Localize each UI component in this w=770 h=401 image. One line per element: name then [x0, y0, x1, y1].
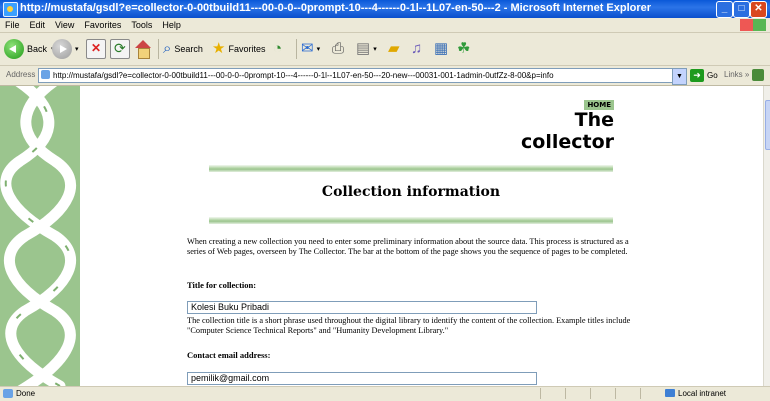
chevron-down-icon: ▾ [316, 46, 321, 53]
email-field-label: Contact email address: [187, 350, 271, 360]
header-divider-bar [209, 165, 613, 172]
research-button[interactable]: ▦ [434, 38, 451, 60]
back-label: Back [27, 44, 48, 54]
links-label: Links [724, 70, 743, 79]
security-zone: Local intranet [665, 389, 726, 398]
star-icon: ★ [212, 40, 226, 57]
home-icon [134, 40, 152, 59]
maximize-button[interactable]: □ [733, 1, 750, 18]
address-url: http://mustafa/gsdl?e=collector-0-00tbui… [53, 71, 554, 80]
messenger-button[interactable]: ☘ [457, 38, 473, 60]
address-input[interactable]: http://mustafa/gsdl?e=collector-0-00tbui… [38, 68, 673, 83]
media-button[interactable]: ♫ [411, 38, 425, 60]
address-bar: Address http://mustafa/gsdl?e=collector-… [0, 66, 770, 86]
page-content: HOME The collector Collection informatio… [0, 86, 763, 386]
menu-edit[interactable]: Edit [25, 18, 51, 32]
status-bar: Done Local intranet [0, 386, 770, 401]
twisted-ribbon-graphic [0, 86, 77, 386]
links-button[interactable]: Links » [724, 70, 749, 79]
stop-icon [86, 39, 106, 59]
extension-icon[interactable] [752, 69, 764, 81]
page-icon [41, 70, 50, 79]
chevron-down-icon: ▾ [75, 46, 79, 53]
go-button[interactable]: ➜ Go [690, 68, 718, 83]
mail-button[interactable]: ✉ ▾ [301, 38, 320, 60]
menu-favorites[interactable]: Favorites [79, 18, 126, 32]
intro-paragraph: When creating a new collection you need … [187, 237, 629, 256]
messenger-icon: ☘ [457, 40, 471, 57]
stop-button[interactable] [86, 38, 106, 60]
favorites-label: Favorites [228, 44, 266, 54]
close-button[interactable]: ✕ [750, 1, 767, 18]
menu-tools[interactable]: Tools [126, 18, 157, 32]
favorites-button[interactable]: ★ Favorites [212, 38, 265, 60]
collection-title-input[interactable] [187, 301, 537, 314]
window-title: http://mustafa/gsdl?e=collector-0-00tbui… [20, 2, 652, 14]
title-help-text: The collection title is a short phrase u… [187, 316, 631, 335]
print-button[interactable]: ⎙ [332, 38, 347, 60]
logo-text-line1: The [574, 109, 614, 131]
search-button[interactable]: ⌕ Search [163, 38, 203, 60]
refresh-icon [110, 39, 130, 59]
menu-file[interactable]: File [0, 18, 25, 32]
page-title: Collection information [321, 184, 501, 200]
refresh-button[interactable] [110, 38, 130, 60]
toolbar: Back ▾ ▾ ⌕ Search ★ Favorites ◔ ✉ ▾ ⎙ ▤ … [0, 33, 770, 66]
status-divider [615, 388, 616, 399]
ie-icon [3, 2, 18, 17]
search-icon: ⌕ [163, 40, 172, 57]
go-label: Go [707, 71, 718, 80]
title-field-label: Title for collection: [187, 280, 257, 290]
menu-view[interactable]: View [50, 18, 79, 32]
search-label: Search [174, 44, 203, 54]
zone-label: Local intranet [678, 389, 727, 398]
print-icon: ⎙ [332, 40, 345, 57]
history-icon: ◔ [273, 40, 283, 57]
edit-button[interactable]: ▤ ▾ [356, 38, 377, 60]
vertical-scrollbar[interactable] [763, 86, 770, 386]
research-icon: ▦ [434, 40, 449, 57]
logo-text-line2: collector [521, 131, 614, 153]
edit-icon: ▤ [356, 40, 371, 57]
windows-logo-icon [740, 19, 766, 31]
folder-icon: ▰ [388, 40, 400, 57]
forward-button[interactable]: ▾ [52, 38, 79, 60]
toolbar-divider [158, 39, 159, 59]
decorative-sidebar [0, 86, 80, 386]
history-button[interactable]: ◔ [273, 38, 285, 60]
media-icon: ♫ [411, 40, 423, 57]
mail-icon: ✉ [301, 40, 314, 57]
forward-arrow-icon [52, 39, 72, 59]
menu-bar: File Edit View Favorites Tools Help [0, 18, 770, 33]
back-button[interactable]: Back ▾ [4, 38, 55, 60]
home-button[interactable] [134, 38, 152, 60]
menu-help[interactable]: Help [157, 18, 186, 32]
back-arrow-icon [4, 39, 24, 59]
minimize-button[interactable]: _ [716, 1, 733, 18]
toolbar-divider [296, 39, 297, 59]
intranet-icon [665, 389, 675, 397]
status-divider [640, 388, 641, 399]
status-divider [540, 388, 541, 399]
chevron-down-icon: ▾ [373, 46, 377, 53]
go-arrow-icon: ➜ [690, 69, 704, 82]
scrollbar-thumb[interactable] [765, 100, 770, 150]
header-divider-bar [209, 217, 613, 224]
window-title-bar: http://mustafa/gsdl?e=collector-0-00tbui… [0, 0, 770, 18]
contact-email-input[interactable] [187, 372, 537, 385]
status-divider [590, 388, 591, 399]
address-dropdown-button[interactable]: ▼ [672, 68, 687, 85]
collector-logo[interactable]: HOME The collector [521, 100, 614, 162]
status-text: Done [16, 389, 36, 398]
address-label: Address [6, 70, 36, 79]
folder-button[interactable]: ▰ [388, 38, 403, 60]
status-divider [565, 388, 566, 399]
page-done-icon [3, 389, 13, 398]
